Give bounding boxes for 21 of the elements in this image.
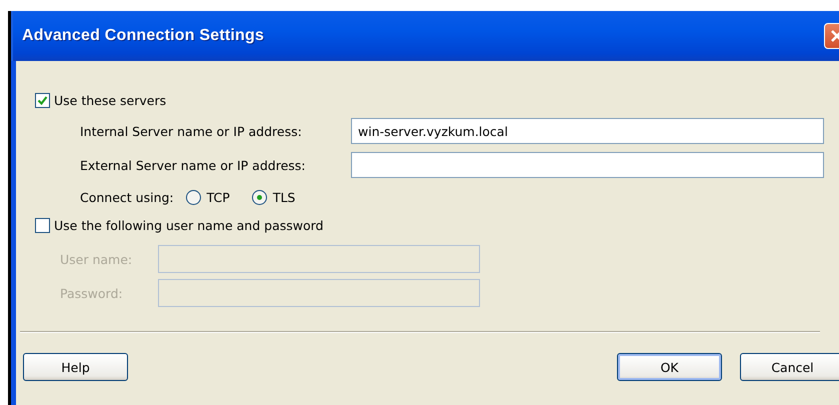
input-field[interactable] [158,279,480,307]
checkbox[interactable] [35,218,50,232]
dialog-button[interactable]: OK [617,353,722,381]
field-label: User name: [60,252,134,266]
radio-button[interactable] [252,190,267,205]
checkbox-label: Use these servers [54,92,166,108]
checkbox[interactable] [35,92,50,108]
dialog-button[interactable]: Cancel [740,353,839,381]
checkbox-label: Use the following user name and password [54,218,324,232]
radio-label: TCP [206,190,230,205]
radio-button[interactable] [186,190,201,205]
dialog-button[interactable]: Help [23,353,128,381]
input-field[interactable] [351,152,824,178]
input-field[interactable] [158,245,480,273]
window-title: Advanced Connection Settings [22,27,264,45]
field-label: Internal Server name or IP address: [80,124,303,138]
field-label: External Server name or IP address: [80,158,307,172]
input-field[interactable]: win-server.vyzkum.local [351,118,824,144]
connect-label: Connect using: [80,190,174,205]
radio-label: TLS [272,190,296,205]
field-label: Password: [60,286,124,300]
